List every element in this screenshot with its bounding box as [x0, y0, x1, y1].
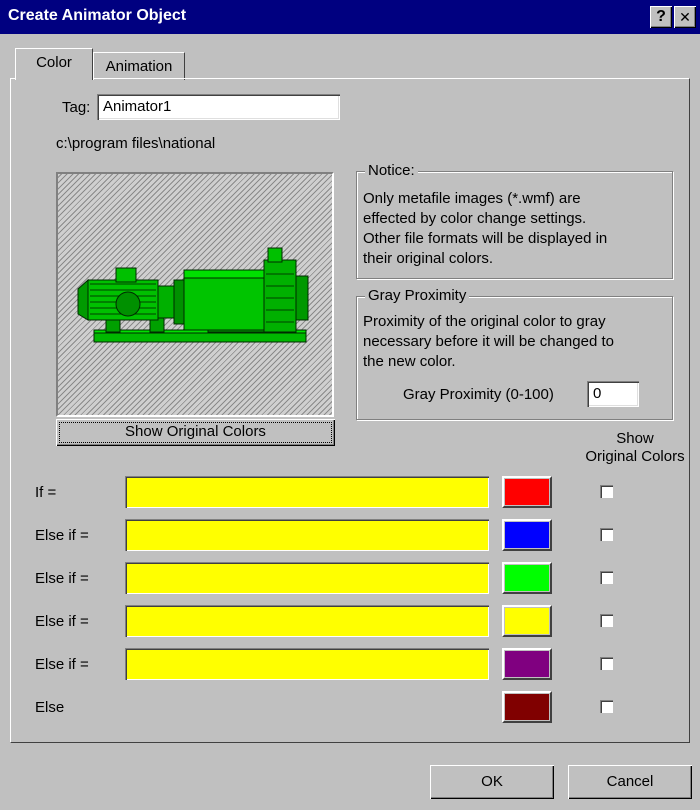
condition-label: Else if = — [35, 570, 89, 587]
notice-text: Only metafile images (*.wmf) are effecte… — [363, 190, 608, 267]
gray-proximity-text: Proximity of the original color to gray … — [363, 313, 614, 370]
condition-label: If = — [35, 484, 57, 501]
condition-label: Else if = — [35, 527, 89, 544]
color-swatch-button[interactable] — [502, 562, 552, 594]
close-button[interactable]: ✕ — [674, 6, 696, 28]
condition-expression-input[interactable] — [125, 562, 489, 594]
show-original-checkbox[interactable] — [600, 614, 613, 627]
tag-label: Tag: — [62, 99, 91, 116]
show-original-checkbox[interactable] — [600, 485, 613, 498]
show-original-checkbox[interactable] — [600, 700, 613, 713]
show-original-checkbox[interactable] — [600, 571, 613, 584]
color-swatch-button[interactable] — [502, 605, 552, 637]
condition-expression-input[interactable] — [125, 648, 489, 680]
window-title: Create Animator Object — [8, 7, 187, 24]
color-swatch-button[interactable] — [502, 691, 552, 723]
condition-label: Else — [35, 699, 65, 716]
gray-proximity-label: Gray Proximity (0-100) — [403, 386, 554, 403]
gray-proximity-legend: Gray Proximity — [365, 287, 470, 304]
condition-label: Else if = — [35, 656, 89, 673]
gray-proximity-input[interactable]: 0 — [587, 381, 639, 407]
condition-expression-input[interactable] — [125, 476, 489, 508]
ok-button[interactable]: OK — [430, 765, 554, 799]
image-preview — [56, 172, 334, 417]
color-swatch-button[interactable] — [502, 476, 552, 508]
show-original-colors-button[interactable]: Show Original Colors — [56, 419, 335, 446]
help-button[interactable]: ? — [650, 6, 672, 28]
color-swatch-button[interactable] — [502, 519, 552, 551]
tab-animation[interactable]: Animation — [93, 52, 185, 80]
motor-pump-image — [77, 247, 309, 343]
notice-legend: Notice: — [365, 162, 418, 179]
cancel-button[interactable]: Cancel — [568, 765, 692, 799]
condition-label: Else if = — [35, 613, 89, 630]
tag-input[interactable]: Animator1 — [97, 94, 340, 120]
show-original-checkbox[interactable] — [600, 657, 613, 670]
condition-expression-input[interactable] — [125, 605, 489, 637]
color-swatch-button[interactable] — [502, 648, 552, 680]
condition-expression-input[interactable] — [125, 519, 489, 551]
title-bar: Create Animator Object ? ✕ — [0, 0, 700, 34]
show-original-colors-header: Show Original Colors — [585, 430, 685, 465]
show-original-checkbox[interactable] — [600, 528, 613, 541]
tab-color[interactable]: Color — [15, 48, 93, 80]
path-text: c:\program files\national — [56, 135, 216, 152]
